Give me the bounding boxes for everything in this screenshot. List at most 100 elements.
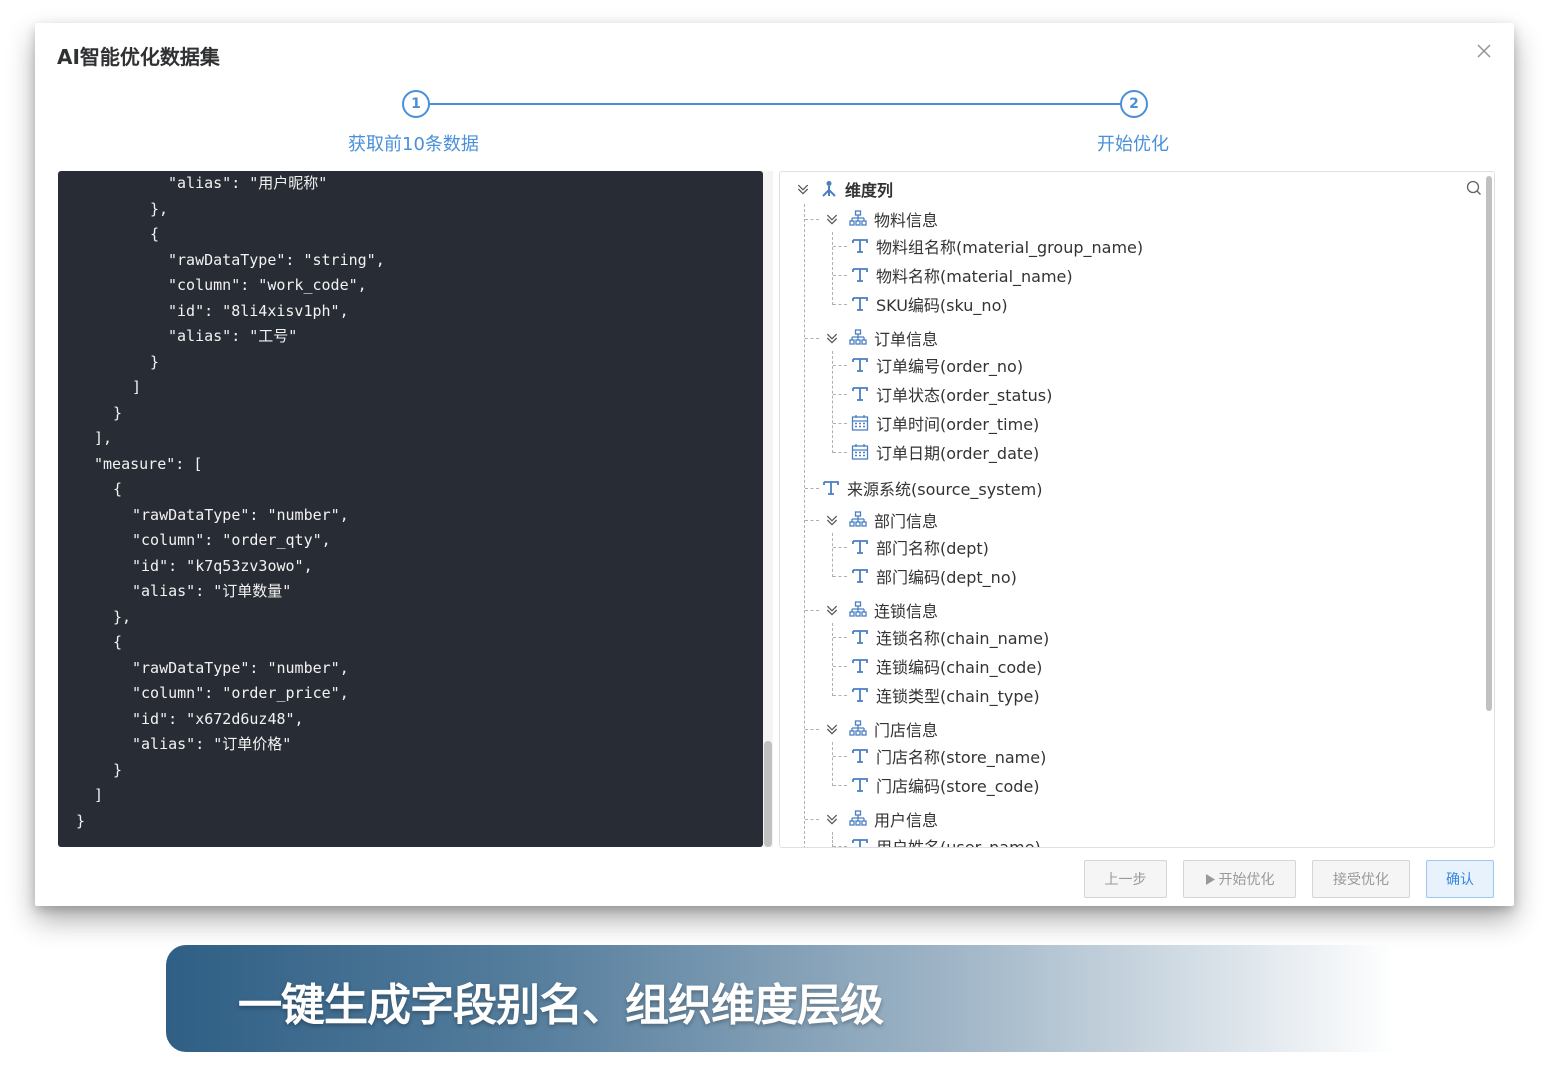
tree-connector (833, 304, 847, 305)
code-scrollbar-thumb[interactable] (764, 741, 772, 847)
text-field-icon (852, 749, 868, 763)
code-line: { (113, 480, 123, 498)
tree-field[interactable]: 连锁名称(chain_name) (851, 624, 1049, 650)
tree-field[interactable]: 来源系统(source_system) (822, 475, 1042, 501)
text-field-icon (852, 358, 868, 372)
tree-field-label: 订单编号(order_no) (876, 357, 1024, 376)
hierarchy-icon (849, 210, 867, 226)
code-line: "id": "k7q53zv3owo", (132, 556, 313, 575)
dialog-title: AI智能优化数据集 (57, 45, 220, 69)
start-optimize-label: 开始优化 (1218, 872, 1275, 888)
tree-field-label: 用户姓名(user_name) (876, 838, 1041, 848)
code-line: "rawDataType": "number", (132, 505, 349, 524)
tree-field-label: 部门编码(dept_no) (876, 568, 1017, 587)
code-panel[interactable]: "alias": "用户昵称"}, { "rawDataType": "string… (58, 171, 763, 847)
tree-root[interactable]: 维度列 (796, 176, 893, 202)
tree-group-label: 物料信息 (874, 211, 939, 230)
tree-group-label: 部门信息 (874, 512, 939, 531)
tree-connector (805, 338, 819, 339)
tree-group[interactable]: 连锁信息 (825, 597, 938, 623)
code-line: "alias": "用户昵称" (168, 174, 328, 192)
code-line: "alias": "工号" (168, 327, 298, 345)
tree-connector (833, 576, 847, 577)
chevron-down-icon (797, 184, 809, 195)
tree-field[interactable]: 物料名称(material_name) (851, 262, 1073, 288)
tree-field[interactable]: 连锁类型(chain_type) (851, 682, 1040, 708)
tree-connector (833, 423, 847, 424)
play-icon (1205, 873, 1215, 885)
tree-group[interactable]: 门店信息 (825, 716, 938, 742)
tree-group[interactable]: 订单信息 (825, 325, 938, 351)
tree-connector (805, 520, 819, 521)
prev-step-label: 上一步 (1104, 872, 1147, 888)
tree-connector (805, 488, 819, 489)
tree-field-label: 连锁编码(chain_code) (876, 658, 1043, 677)
code-line: ] (132, 378, 142, 396)
text-field-icon (852, 778, 868, 792)
tree-group[interactable]: 部门信息 (825, 507, 938, 533)
tree-connector (805, 610, 819, 611)
text-field-icon (852, 239, 868, 253)
tree-connector (833, 695, 847, 696)
chevron-down-icon (826, 333, 838, 344)
code-line: "rawDataType": "string", (168, 250, 385, 269)
calendar-icon (851, 444, 869, 460)
tree-field[interactable]: 门店编码(store_code) (851, 772, 1040, 798)
tree-group-label: 用户信息 (874, 811, 939, 830)
dimension-root-icon (822, 181, 836, 197)
tree-field[interactable]: 部门名称(dept) (851, 534, 989, 560)
tree-connector (833, 666, 847, 667)
tree-field[interactable]: 用户姓名(user_name) (851, 833, 1041, 848)
confirm-button[interactable]: 确认 (1426, 860, 1494, 898)
confirm-label: 确认 (1446, 872, 1474, 888)
code-line: }, (113, 607, 132, 626)
accept-optimize-label: 接受优化 (1333, 872, 1389, 888)
chevron-down-icon (826, 515, 838, 526)
code-line: { (150, 225, 160, 243)
close-icon[interactable] (1474, 41, 1494, 61)
code-line: "column": "work_code", (168, 276, 367, 294)
tree-guide-line (832, 832, 833, 847)
tree-field[interactable]: 订单状态(order_status) (851, 381, 1052, 407)
tree-field[interactable]: 物料组名称(material_group_name) (851, 233, 1143, 259)
text-field-icon (852, 540, 868, 554)
tree-scrollbar-thumb[interactable] (1486, 176, 1492, 711)
hierarchy-icon (849, 810, 867, 826)
hierarchy-icon (849, 601, 867, 617)
code-line: "alias": "订单数量" (132, 582, 292, 600)
step-2-indicator: 2 (1120, 90, 1148, 118)
search-icon[interactable] (1466, 180, 1482, 196)
code-line: } (113, 403, 123, 422)
tree-connector (805, 219, 819, 220)
start-optimize-button[interactable]: 开始优化 (1183, 860, 1296, 898)
code-line: } (113, 760, 123, 779)
tree-connector (833, 785, 847, 786)
tree-field[interactable]: 订单时间(order_time) (851, 410, 1039, 436)
hierarchy-icon (849, 329, 867, 345)
tree-connector (833, 394, 847, 395)
text-field-icon (852, 659, 868, 673)
tree-field[interactable]: 部门编码(dept_no) (851, 563, 1017, 589)
accept-optimize-button[interactable]: 接受优化 (1312, 860, 1410, 898)
tree-group[interactable]: 物料信息 (825, 206, 938, 232)
tree-field-label: 来源系统(source_system) (847, 480, 1043, 499)
text-field-icon (823, 481, 839, 495)
step-progress-line (429, 103, 1124, 105)
tree-field[interactable]: SKU编码(sku_no) (851, 291, 1008, 317)
text-field-icon (852, 688, 868, 702)
code-line: } (76, 811, 86, 830)
tree-field[interactable]: 订单编号(order_no) (851, 352, 1023, 378)
tree-guide-line (832, 623, 833, 696)
tree-group[interactable]: 用户信息 (825, 806, 938, 832)
tree-field[interactable]: 门店名称(store_name) (851, 743, 1046, 769)
code-line: }, (150, 199, 169, 218)
banner-text: 一键生成字段别名、组织维度层级 (238, 980, 884, 1031)
hierarchy-icon (849, 720, 867, 736)
tree-field[interactable]: 订单日期(order_date) (851, 439, 1039, 465)
tree-field[interactable]: 连锁编码(chain_code) (851, 653, 1042, 679)
dimension-tree-panel: 维度列物料信息物料组名称(material_group_name) 物料名称(ma… (779, 171, 1495, 848)
hierarchy-icon (849, 511, 867, 527)
code-line: "id": "8li4xisv1ph", (168, 301, 349, 320)
prev-step-button[interactable]: 上一步 (1084, 860, 1167, 898)
tree-field-label: 物料名称(material_name) (876, 267, 1073, 286)
